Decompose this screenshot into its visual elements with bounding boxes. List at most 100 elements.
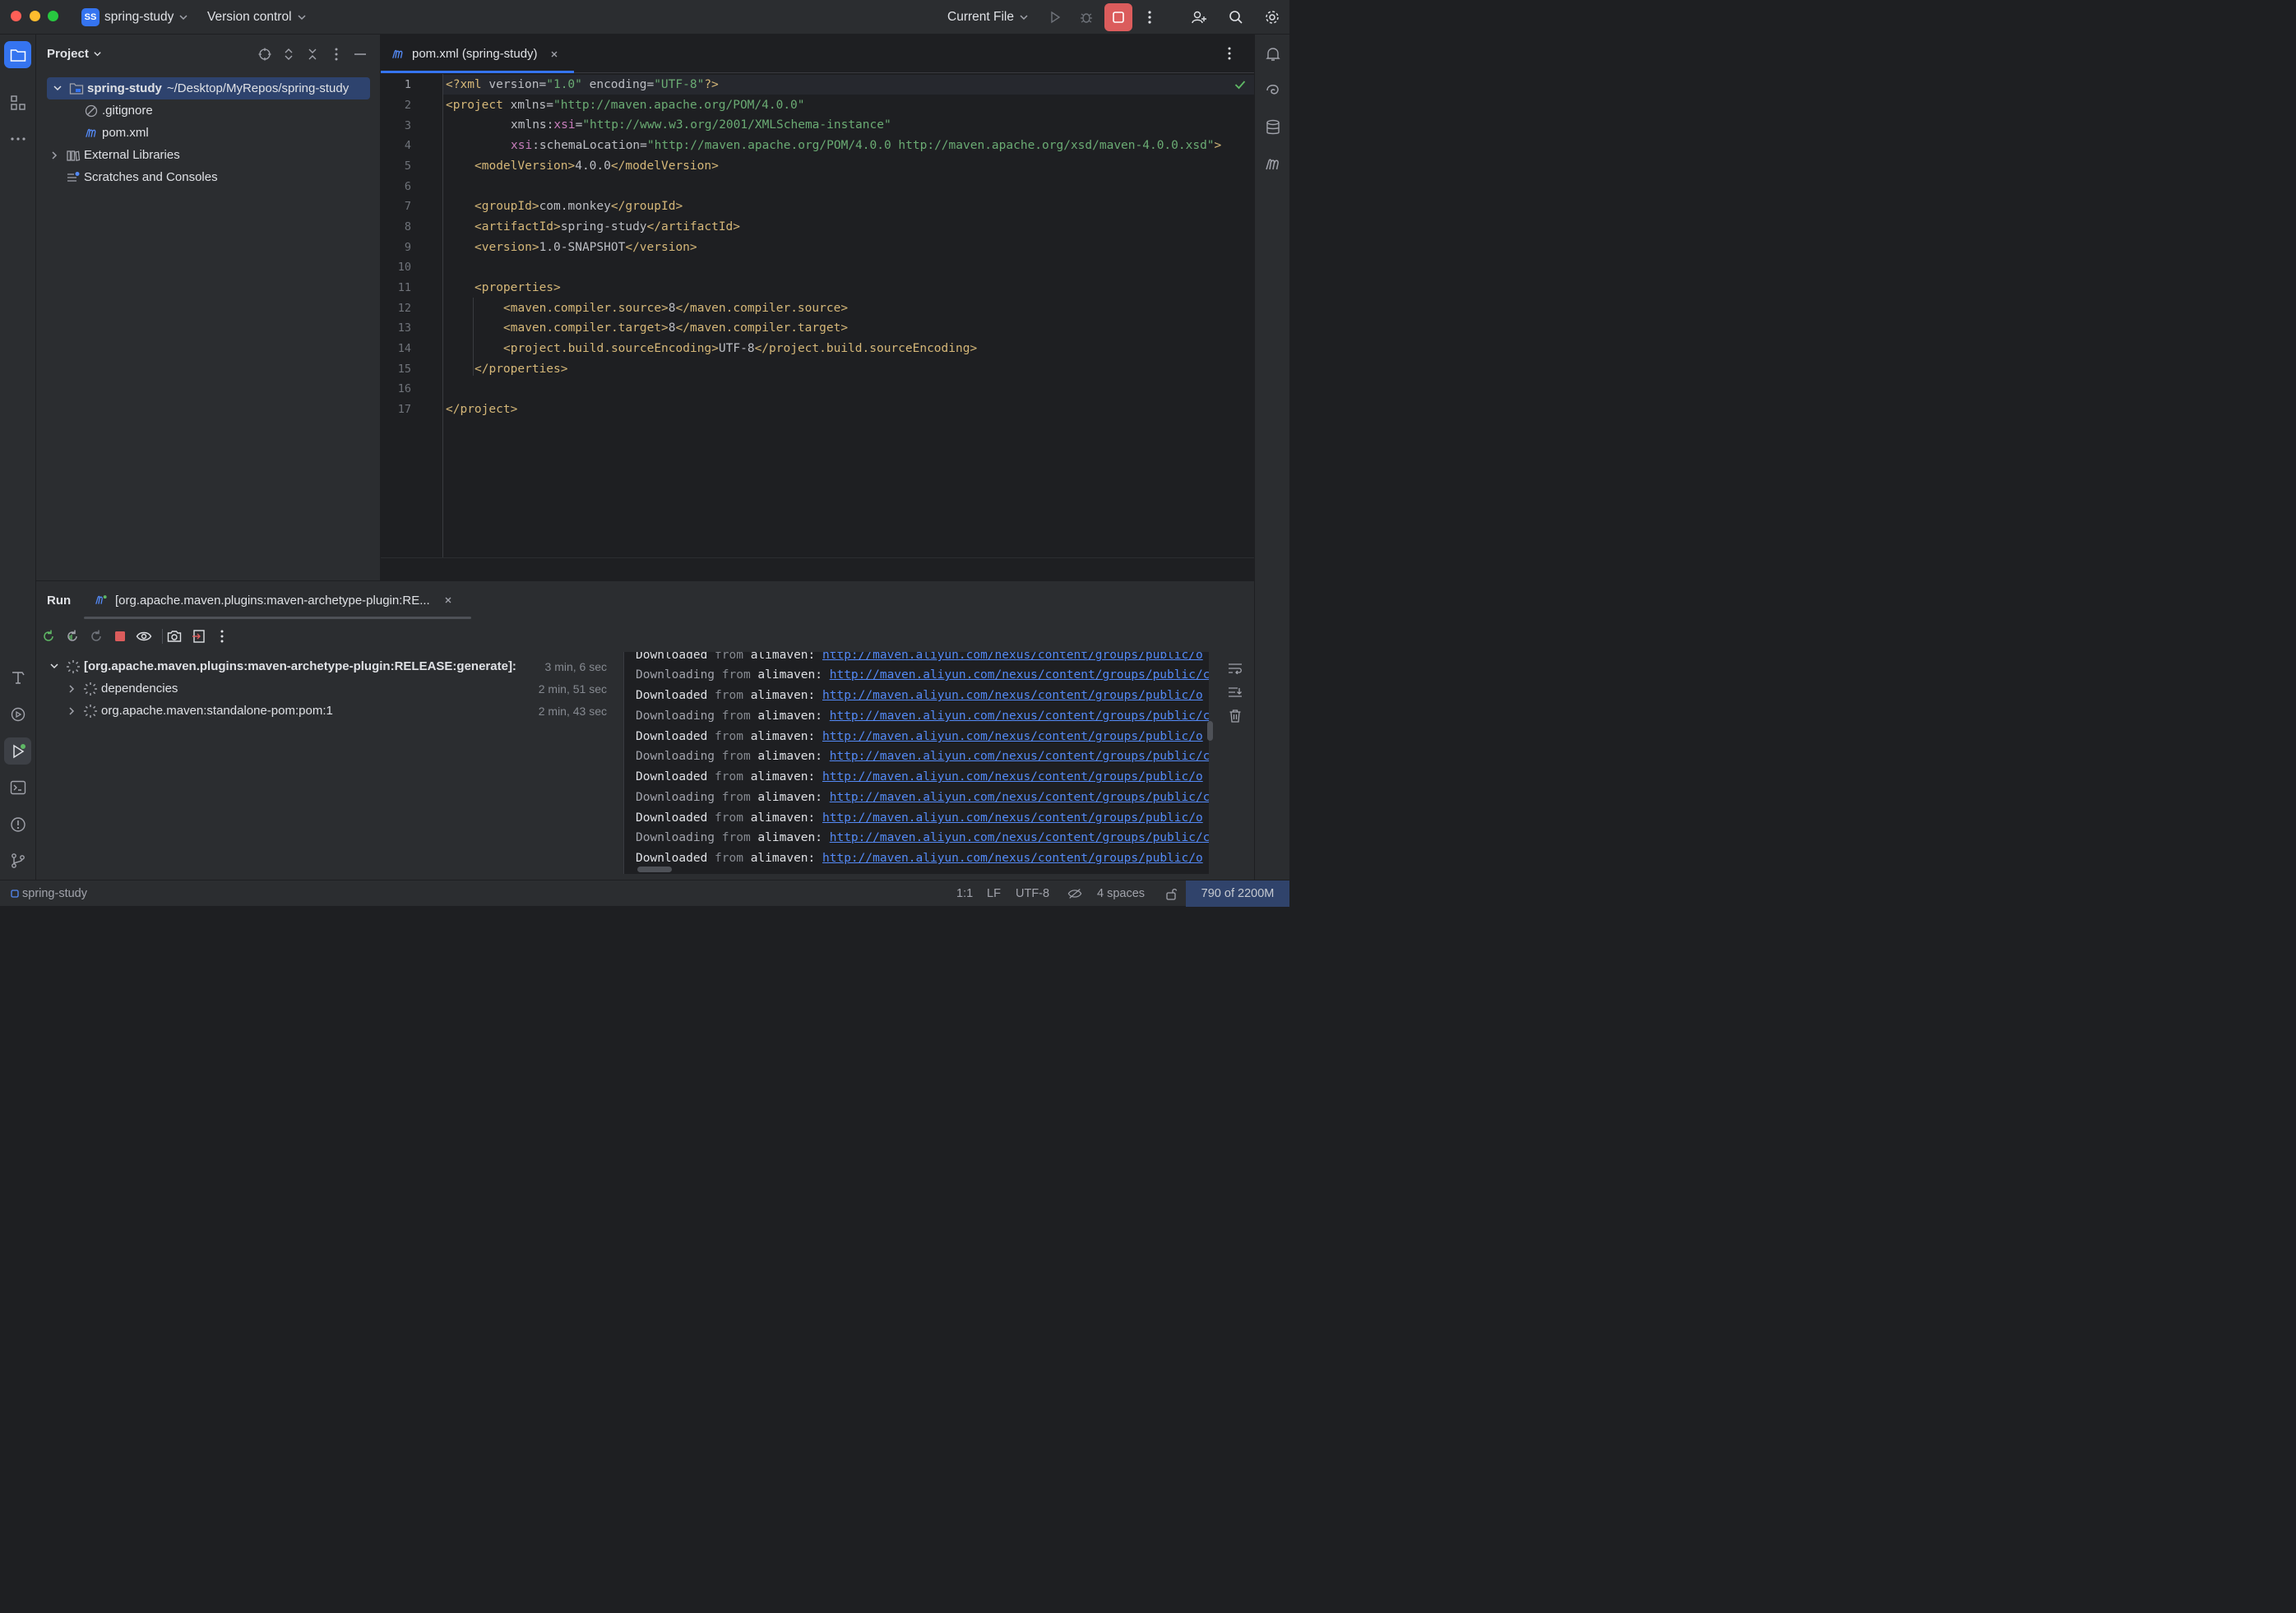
code-line[interactable]: <version>1.0-SNAPSHOT</version> <box>446 238 697 257</box>
console-link[interactable]: http://maven.aliyun.com/nexus/content/gr… <box>822 689 1203 702</box>
module-icon <box>11 890 19 898</box>
line-separator[interactable]: LF <box>987 880 1001 907</box>
console-link[interactable]: http://maven.aliyun.com/nexus/content/gr… <box>830 709 1209 723</box>
console-vertical-scrollbar[interactable] <box>1207 721 1213 741</box>
scroll-to-end-icon[interactable] <box>1225 682 1245 702</box>
maven-icon[interactable] <box>1261 153 1285 176</box>
screenshot-icon[interactable] <box>165 627 183 645</box>
services-icon[interactable] <box>4 700 31 728</box>
more-icon[interactable] <box>4 125 31 152</box>
close-window-button[interactable] <box>11 11 21 21</box>
status-project[interactable]: spring-study <box>11 880 87 907</box>
code-line[interactable]: <?xml version="1.0" encoding="UTF-8"?> <box>446 75 719 95</box>
console-link[interactable]: http://maven.aliyun.com/nexus/content/gr… <box>822 652 1203 662</box>
close-icon[interactable] <box>443 595 453 605</box>
memory-indicator[interactable]: 790 of 2200M <box>1186 880 1289 907</box>
run-tree-item[interactable]: org.apache.maven:standalone-pom:pom:1 2 … <box>36 700 620 722</box>
tab-options-icon[interactable] <box>1228 47 1231 60</box>
git-icon[interactable] <box>4 847 31 874</box>
code-line[interactable]: <properties> <box>446 278 561 298</box>
code-line[interactable]: <maven.compiler.target>8</maven.compiler… <box>446 318 848 338</box>
console-link[interactable]: http://maven.aliyun.com/nexus/content/gr… <box>822 730 1203 743</box>
tree-item-pom[interactable]: pom.xml <box>36 122 381 144</box>
console-link[interactable]: http://maven.aliyun.com/nexus/content/gr… <box>822 770 1203 783</box>
code-line[interactable]: <maven.compiler.source>8</maven.compiler… <box>446 298 848 318</box>
run-play-icon[interactable] <box>1044 7 1066 28</box>
add-user-icon[interactable] <box>1188 7 1210 28</box>
code-line[interactable]: </project> <box>446 400 517 419</box>
spinner-icon <box>67 659 80 673</box>
notifications-icon[interactable] <box>1261 43 1285 66</box>
console-link[interactable]: http://maven.aliyun.com/nexus/content/gr… <box>830 791 1209 804</box>
console-link[interactable]: http://maven.aliyun.com/nexus/content/gr… <box>830 831 1209 844</box>
problems-icon[interactable] <box>4 811 31 838</box>
show-passed-icon[interactable] <box>135 627 153 645</box>
vcs-menu[interactable]: Version control <box>207 0 307 35</box>
close-icon[interactable] <box>549 49 559 59</box>
locate-icon[interactable] <box>257 46 273 62</box>
indent-setting[interactable]: 4 spaces <box>1097 880 1145 907</box>
console-output[interactable]: Downloaded from alimaven: http://maven.a… <box>623 652 1209 874</box>
tree-item-scratches[interactable]: Scratches and Consoles <box>36 166 381 188</box>
code-line[interactable]: <project xmlns="http://maven.apache.org/… <box>446 95 805 115</box>
inspection-icon[interactable] <box>1067 880 1082 907</box>
run-config-selector[interactable]: Current File <box>947 0 1029 35</box>
debug-icon[interactable] <box>1076 7 1097 28</box>
project-switcher[interactable]: SS spring-study <box>81 0 188 35</box>
rerun-icon[interactable] <box>39 627 58 645</box>
export-icon[interactable] <box>190 627 208 645</box>
run-tab[interactable]: [org.apache.maven.plugins:maven-archetyp… <box>94 581 453 619</box>
stop-run-icon[interactable] <box>111 627 129 645</box>
ai-icon[interactable] <box>1261 79 1285 102</box>
code-line[interactable]: xmlns:xsi="http://www.w3.org/2001/XMLSch… <box>446 115 891 135</box>
code-token: </project> <box>446 403 518 416</box>
code-line[interactable]: <modelVersion>4.0.0</modelVersion> <box>446 156 719 176</box>
tree-item-path: ~/Desktop/MyRepos/spring-study <box>166 81 349 95</box>
collapse-all-icon[interactable] <box>304 46 321 62</box>
hide-panel-icon[interactable] <box>352 46 368 62</box>
console-link[interactable]: http://maven.aliyun.com/nexus/content/gr… <box>830 668 1209 682</box>
run-tree-item[interactable]: [org.apache.maven.plugins:maven-archetyp… <box>36 655 620 677</box>
console-link[interactable]: http://maven.aliyun.com/nexus/content/gr… <box>822 852 1203 865</box>
expand-all-icon[interactable] <box>280 46 297 62</box>
tree-item-external-libraries[interactable]: External Libraries <box>36 144 381 166</box>
more-actions-icon[interactable] <box>1139 7 1160 28</box>
code-line[interactable]: <artifactId>spring-study</artifactId> <box>446 217 740 237</box>
stop-icon[interactable] <box>1104 3 1132 31</box>
project-panel-title[interactable]: Project <box>47 47 102 61</box>
tree-item-spring-study[interactable]: spring-study ~/Desktop/MyRepos/spring-st… <box>47 77 370 99</box>
run-tab-label: [org.apache.maven.plugins:maven-archetyp… <box>115 593 430 608</box>
code-line[interactable]: xsi:schemaLocation="http://maven.apache.… <box>446 136 1221 155</box>
rerun-failed-icon[interactable] <box>63 627 81 645</box>
console-horizontal-scrollbar[interactable] <box>637 867 672 872</box>
tree-item-gitignore[interactable]: .gitignore <box>36 99 381 122</box>
project-icon[interactable] <box>4 41 31 68</box>
no-problems-check-icon[interactable] <box>1234 80 1246 90</box>
search-icon[interactable] <box>1225 7 1247 28</box>
structure-icon[interactable] <box>4 89 31 116</box>
clear-console-icon[interactable] <box>1225 706 1245 726</box>
build-icon[interactable] <box>4 663 31 691</box>
database-icon[interactable] <box>1261 116 1285 139</box>
maximize-window-button[interactable] <box>48 11 58 21</box>
lock-icon[interactable] <box>1165 880 1178 907</box>
code-line[interactable]: </properties> <box>446 359 568 379</box>
caret-position[interactable]: 1:1 <box>956 880 973 907</box>
code-line[interactable]: <project.build.sourceEncoding>UTF-8</pro… <box>446 339 977 358</box>
chevron-down-icon <box>179 15 187 21</box>
terminal-icon[interactable] <box>4 774 31 801</box>
options-icon[interactable] <box>328 46 345 62</box>
minimize-window-button[interactable] <box>30 11 40 21</box>
more-actions-icon[interactable] <box>213 627 231 645</box>
console-link[interactable]: http://maven.aliyun.com/nexus/content/gr… <box>830 750 1209 763</box>
soft-wrap-icon[interactable] <box>1225 659 1245 678</box>
editor-horizontal-scrollbar[interactable] <box>381 557 1254 580</box>
settings-icon[interactable] <box>1261 7 1283 28</box>
run-tree-item[interactable]: dependencies 2 min, 51 sec <box>36 677 620 700</box>
console-link[interactable]: http://maven.aliyun.com/nexus/content/gr… <box>822 811 1203 825</box>
restart-icon[interactable] <box>87 627 105 645</box>
code-line[interactable]: <groupId>com.monkey</groupId> <box>446 196 683 216</box>
file-encoding[interactable]: UTF-8 <box>1016 880 1049 907</box>
run-icon[interactable] <box>4 737 31 765</box>
tab-pom-xml[interactable]: pom.xml (spring-study) <box>391 35 559 73</box>
